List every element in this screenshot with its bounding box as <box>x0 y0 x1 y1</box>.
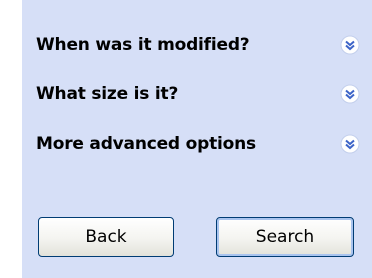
option-when-modified[interactable]: When was it modified? <box>36 31 364 59</box>
option-label: More advanced options <box>36 134 256 154</box>
option-label: When was it modified? <box>36 35 250 55</box>
option-what-size[interactable]: What size is it? <box>36 80 364 108</box>
search-options-panel: When was it modified? What size is it? M… <box>22 0 372 278</box>
chevron-double-down-icon[interactable] <box>340 35 360 55</box>
back-button[interactable]: Back <box>38 217 174 257</box>
search-button[interactable]: Search <box>216 217 354 257</box>
chevron-double-down-icon[interactable] <box>340 84 360 104</box>
option-label: What size is it? <box>36 84 179 104</box>
chevron-double-down-icon[interactable] <box>340 134 360 154</box>
option-more-advanced[interactable]: More advanced options <box>36 130 364 158</box>
